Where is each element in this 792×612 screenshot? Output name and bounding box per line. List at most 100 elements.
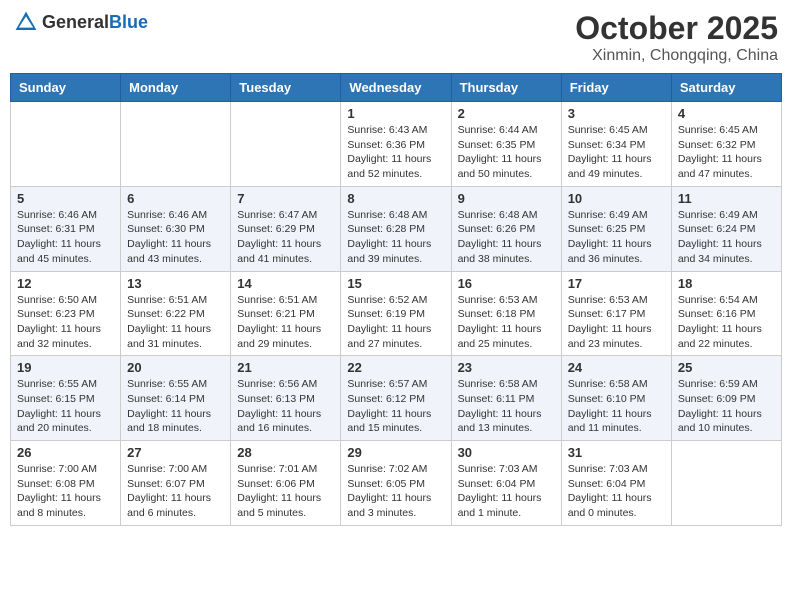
calendar-cell: 6Sunrise: 6:46 AMSunset: 6:30 PMDaylight… [121,186,231,271]
day-info: Sunrise: 6:56 AMSunset: 6:13 PMDaylight:… [237,377,334,436]
calendar-cell: 22 Sunrise: 6:57 AMSunset: 6:12 PMDayligh… [341,356,451,441]
calendar-cell [121,102,231,187]
calendar-cell: 9 Sunrise: 6:48 AMSunset: 6:26 PMDaylight… [451,186,561,271]
calendar-cell [231,102,341,187]
day-info: Sunrise: 7:00 AMSunset: 6:08 PMDaylight:… [17,462,114,521]
day-info: Sunrise: 6:53 AMSunset: 6:18 PMDaylight:… [458,293,555,352]
calendar-cell: 29 Sunrise: 7:02 AMSunset: 6:05 PMDayligh… [341,441,451,526]
calendar-day-header: Thursday [451,74,561,102]
day-info: Sunrise: 6:51 AMSunset: 6:21 PMDaylight:… [237,293,334,352]
day-info: Sunrise: 6:48 AMSunset: 6:28 PMDaylight:… [347,208,444,267]
day-number: 28 [237,445,334,460]
day-info: Sunrise: 6:53 AMSunset: 6:17 PMDaylight:… [568,293,665,352]
calendar-cell: 27Sunrise: 7:00 AMSunset: 6:07 PMDayligh… [121,441,231,526]
day-number: 2 [458,106,555,121]
day-info: Sunrise: 6:50 AMSunset: 6:23 PMDaylight:… [17,293,114,352]
day-number: 22 [347,360,444,375]
day-number: 20 [127,360,224,375]
day-info: Sunrise: 6:46 AMSunset: 6:31 PMDaylight:… [17,208,114,267]
day-info: Sunrise: 6:49 AMSunset: 6:25 PMDaylight:… [568,208,665,267]
day-info: Sunrise: 6:52 AMSunset: 6:19 PMDaylight:… [347,293,444,352]
day-number: 1 [347,106,444,121]
calendar-cell: 1 Sunrise: 6:43 AMSunset: 6:36 PMDaylight… [341,102,451,187]
day-info: Sunrise: 6:58 AMSunset: 6:11 PMDaylight:… [458,377,555,436]
calendar-cell: 12 Sunrise: 6:50 AMSunset: 6:23 PMDayligh… [11,271,121,356]
calendar-cell: 10 Sunrise: 6:49 AMSunset: 6:25 PMDayligh… [561,186,671,271]
day-info: Sunrise: 6:58 AMSunset: 6:10 PMDaylight:… [568,377,665,436]
calendar-cell: 15 Sunrise: 6:52 AMSunset: 6:19 PMDayligh… [341,271,451,356]
day-number: 9 [458,191,555,206]
day-number: 8 [347,191,444,206]
day-info: Sunrise: 6:54 AMSunset: 6:16 PMDaylight:… [678,293,775,352]
calendar-cell: 21 Sunrise: 6:56 AMSunset: 6:13 PMDayligh… [231,356,341,441]
day-number: 3 [568,106,665,121]
day-number: 19 [17,360,114,375]
calendar-week-row: 5 Sunrise: 6:46 AMSunset: 6:31 PMDaylight… [11,186,782,271]
calendar-cell: 19 Sunrise: 6:55 AMSunset: 6:15 PMDayligh… [11,356,121,441]
calendar-cell: 30 Sunrise: 7:03 AMSunset: 6:04 PMDayligh… [451,441,561,526]
calendar-cell: 5 Sunrise: 6:46 AMSunset: 6:31 PMDaylight… [11,186,121,271]
day-info: Sunrise: 6:55 AMSunset: 6:15 PMDaylight:… [17,377,114,436]
calendar-cell: 3 Sunrise: 6:45 AMSunset: 6:34 PMDaylight… [561,102,671,187]
calendar-cell [671,441,781,526]
calendar-day-header: Sunday [11,74,121,102]
day-number: 30 [458,445,555,460]
page-header: GeneralBlue October 2025 Xinmin, Chongqi… [10,10,782,65]
calendar-cell: 28Sunrise: 7:01 AMSunset: 6:06 PMDayligh… [231,441,341,526]
day-number: 26 [17,445,114,460]
calendar-week-row: 1 Sunrise: 6:43 AMSunset: 6:36 PMDaylight… [11,102,782,187]
logo-icon [14,10,38,34]
calendar-cell: 4Sunrise: 6:45 AMSunset: 6:32 PMDaylight… [671,102,781,187]
day-number: 29 [347,445,444,460]
day-number: 10 [568,191,665,206]
calendar-cell: 11Sunrise: 6:49 AMSunset: 6:24 PMDayligh… [671,186,781,271]
calendar-cell: 13Sunrise: 6:51 AMSunset: 6:22 PMDayligh… [121,271,231,356]
day-number: 27 [127,445,224,460]
day-number: 14 [237,276,334,291]
title-area: October 2025 Xinmin, Chongqing, China [575,10,778,65]
calendar-day-header: Tuesday [231,74,341,102]
day-number: 24 [568,360,665,375]
calendar-day-header: Saturday [671,74,781,102]
calendar-cell [11,102,121,187]
day-number: 7 [237,191,334,206]
calendar-day-header: Wednesday [341,74,451,102]
day-info: Sunrise: 6:51 AMSunset: 6:22 PMDaylight:… [127,293,224,352]
day-number: 17 [568,276,665,291]
location-title: Xinmin, Chongqing, China [575,47,778,65]
day-info: Sunrise: 6:45 AMSunset: 6:32 PMDaylight:… [678,123,775,182]
calendar-week-row: 26 Sunrise: 7:00 AMSunset: 6:08 PMDayligh… [11,441,782,526]
day-number: 21 [237,360,334,375]
day-number: 5 [17,191,114,206]
day-info: Sunrise: 6:47 AMSunset: 6:29 PMDaylight:… [237,208,334,267]
day-info: Sunrise: 7:03 AMSunset: 6:04 PMDaylight:… [568,462,665,521]
day-info: Sunrise: 6:48 AMSunset: 6:26 PMDaylight:… [458,208,555,267]
calendar-cell: 31Sunrise: 7:03 AMSunset: 6:04 PMDayligh… [561,441,671,526]
day-number: 18 [678,276,775,291]
day-number: 23 [458,360,555,375]
day-info: Sunrise: 6:49 AMSunset: 6:24 PMDaylight:… [678,208,775,267]
calendar-cell: 17 Sunrise: 6:53 AMSunset: 6:17 PMDayligh… [561,271,671,356]
calendar-day-header: Friday [561,74,671,102]
logo: GeneralBlue [14,10,148,34]
day-info: Sunrise: 6:45 AMSunset: 6:34 PMDaylight:… [568,123,665,182]
day-number: 6 [127,191,224,206]
day-info: Sunrise: 7:03 AMSunset: 6:04 PMDaylight:… [458,462,555,521]
calendar-day-header: Monday [121,74,231,102]
day-info: Sunrise: 6:57 AMSunset: 6:12 PMDaylight:… [347,377,444,436]
logo-blue-text: Blue [109,12,148,32]
day-info: Sunrise: 6:43 AMSunset: 6:36 PMDaylight:… [347,123,444,182]
calendar-table: SundayMondayTuesdayWednesdayThursdayFrid… [10,73,782,526]
calendar-cell: 2Sunrise: 6:44 AMSunset: 6:35 PMDaylight… [451,102,561,187]
day-info: Sunrise: 6:59 AMSunset: 6:09 PMDaylight:… [678,377,775,436]
calendar-cell: 7 Sunrise: 6:47 AMSunset: 6:29 PMDaylight… [231,186,341,271]
day-info: Sunrise: 7:02 AMSunset: 6:05 PMDaylight:… [347,462,444,521]
calendar-body: 1 Sunrise: 6:43 AMSunset: 6:36 PMDaylight… [11,102,782,526]
day-number: 15 [347,276,444,291]
day-number: 25 [678,360,775,375]
logo-general-text: General [42,12,109,32]
calendar-cell: 16Sunrise: 6:53 AMSunset: 6:18 PMDayligh… [451,271,561,356]
day-number: 12 [17,276,114,291]
calendar-header-row: SundayMondayTuesdayWednesdayThursdayFrid… [11,74,782,102]
calendar-cell: 25 Sunrise: 6:59 AMSunset: 6:09 PMDayligh… [671,356,781,441]
